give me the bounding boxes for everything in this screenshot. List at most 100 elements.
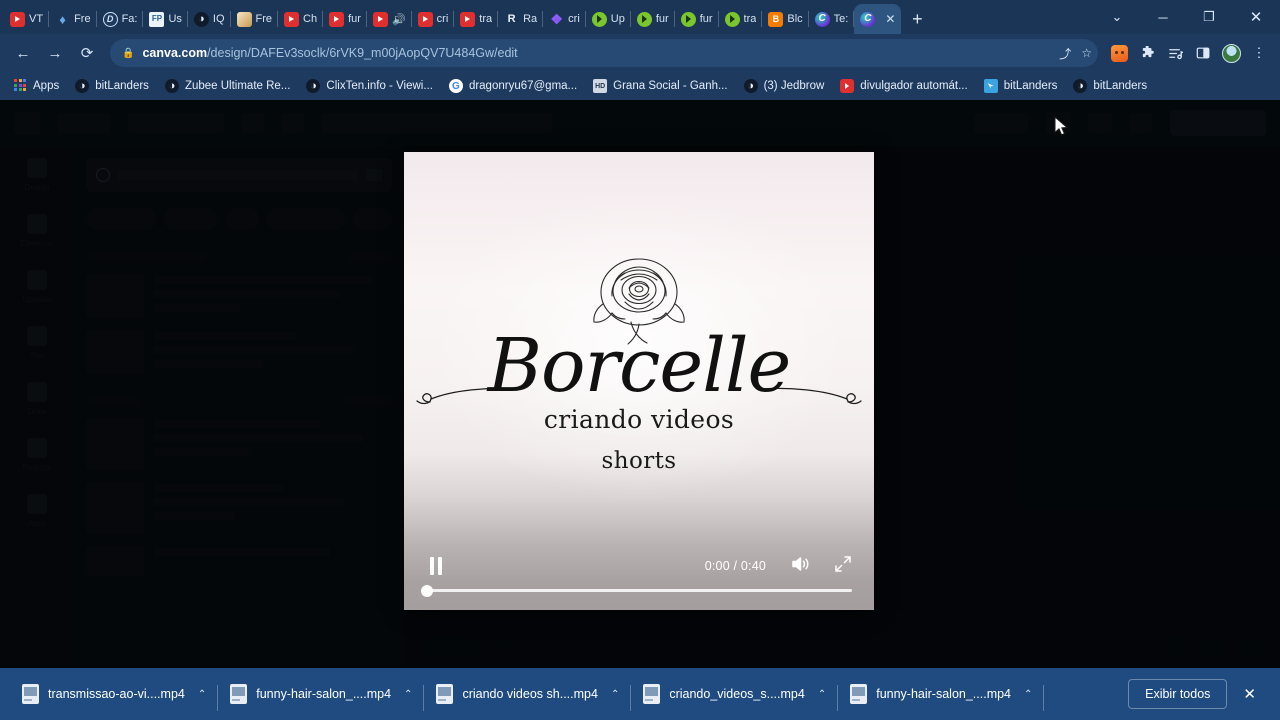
browser-tab-18[interactable]: C Te:	[809, 4, 855, 34]
tab-label: tra	[479, 13, 493, 25]
browser-tab-16[interactable]: tra	[719, 4, 763, 34]
chrome-menu-icon[interactable]: ⋮	[1246, 40, 1272, 66]
browser-tab-6[interactable]: Ch	[278, 4, 324, 34]
download-filename: criando videos sh....mp4	[462, 687, 598, 701]
bookmarks-bar: Apps ◑ bitLanders ◑ Zubee Ultimate Re...…	[0, 72, 1280, 100]
bookmark-divulgador[interactable]: divulgador automát...	[833, 76, 974, 96]
video-preview-player[interactable]: Borcelle criando videos shorts 0:00 / 0:…	[404, 152, 874, 610]
side-panel-icon[interactable]	[1190, 40, 1216, 66]
bookmark-star-icon[interactable]: ☆	[1081, 46, 1092, 60]
browser-tab-15[interactable]: fur	[675, 4, 719, 34]
browser-tab-4[interactable]: ◑ IQ	[188, 4, 231, 34]
youtube-icon	[460, 11, 476, 27]
close-download-bar-icon[interactable]: ✕	[1227, 685, 1270, 703]
bookmark-bitlanders-3[interactable]: ◑ bitLanders	[1066, 76, 1154, 96]
browser-tab-3[interactable]: FP Us	[143, 4, 189, 34]
browser-tab-8[interactable]: 🔊	[367, 4, 412, 34]
google-icon: G	[448, 79, 463, 93]
brand-artwork: Borcelle criando videos shorts	[404, 244, 874, 474]
bookmark-grana-social[interactable]: HD Grana Social - Ganh...	[586, 76, 734, 96]
tab-label: fur	[348, 13, 361, 25]
chevron-up-icon[interactable]: ⌃	[818, 689, 826, 700]
video-progress-bar[interactable]	[421, 584, 852, 597]
globe-icon: ◑	[1073, 79, 1088, 93]
tab-label: Blc	[787, 13, 803, 25]
browser-tab-11[interactable]: R Ra	[498, 4, 544, 34]
tab-label: Up	[610, 13, 625, 25]
browser-tab-13[interactable]: Up	[586, 4, 631, 34]
book-icon	[236, 11, 252, 27]
bookmark-bitlanders-1[interactable]: ◑ bitLanders	[68, 76, 156, 96]
browser-tab-7[interactable]: fur	[323, 4, 367, 34]
browser-tab-12[interactable]: ❖ cri	[543, 4, 586, 34]
url-text: canva.com/design/DAFEv3soclk/6rVK9_m00jA…	[142, 46, 517, 60]
close-window-button[interactable]: ✕	[1232, 0, 1280, 34]
pause-button[interactable]	[426, 556, 446, 576]
bookmark-label: Apps	[33, 80, 60, 92]
browser-tab-17[interactable]: B Blc	[762, 4, 809, 34]
browser-tab-5[interactable]: Fre	[231, 4, 279, 34]
bookmark-label: Zubee Ultimate Re...	[184, 80, 291, 92]
bookmark-zubee[interactable]: ◑ Zubee Ultimate Re...	[158, 76, 297, 96]
youtube-icon	[10, 11, 25, 27]
extension-fox-icon[interactable]	[1106, 40, 1132, 66]
r-letter-icon: R	[507, 12, 516, 25]
browser-tab-2[interactable]: D Fa:	[97, 4, 144, 34]
download-item-2[interactable]: criando videos sh....mp4 ⌃	[424, 677, 632, 711]
tab-label: Fre	[255, 13, 273, 25]
tab-label: cri	[436, 13, 449, 25]
bookmark-jedbrow[interactable]: ◑ (3) Jedbrow	[737, 76, 832, 96]
share-icon[interactable]: ⤴	[1059, 45, 1071, 62]
chevron-up-icon[interactable]: ⌃	[611, 689, 619, 700]
chevron-up-icon[interactable]: ⌃	[198, 689, 206, 700]
new-tab-button[interactable]: +	[903, 5, 931, 33]
bookmark-apps[interactable]: Apps	[6, 76, 66, 96]
bookmark-gmail[interactable]: G dragonryu67@gma...	[442, 76, 584, 96]
file-icon	[643, 684, 661, 704]
tab-label: Ra	[523, 13, 538, 25]
download-item-4[interactable]: funny-hair-salon_....mp4 ⌃	[838, 677, 1045, 711]
minimize-button[interactable]: ─	[1140, 0, 1186, 34]
back-icon[interactable]: ←	[8, 38, 38, 68]
fp-icon: FP	[149, 11, 165, 27]
address-bar[interactable]: 🔒 canva.com/design/DAFEv3soclk/6rVK9_m00…	[110, 39, 1098, 67]
profile-avatar[interactable]	[1218, 40, 1244, 66]
bookmark-clixten[interactable]: ◑ ClixTen.info - Viewi...	[299, 76, 440, 96]
download-item-1[interactable]: funny-hair-salon_....mp4 ⌃	[218, 677, 425, 711]
volume-icon[interactable]	[790, 555, 810, 578]
browser-tab-active-canva[interactable]: C ✕	[854, 4, 902, 34]
download-filename: transmissao-ao-vi....mp4	[48, 687, 185, 701]
reload-icon[interactable]: ⟳	[72, 38, 102, 68]
browser-tab-9[interactable]: cri	[412, 4, 455, 34]
youtube-icon	[840, 79, 855, 93]
maximize-button[interactable]: ❐	[1186, 0, 1232, 34]
tab-label: Ch	[303, 13, 318, 25]
tab-label: Te:	[833, 13, 849, 25]
reading-list-icon[interactable]	[1162, 40, 1188, 66]
show-all-downloads-button[interactable]: Exibir todos	[1128, 679, 1228, 709]
bookmark-label: ClixTen.info - Viewi...	[326, 80, 433, 92]
browser-tab-1[interactable]: ♦ Fre	[49, 4, 97, 34]
close-icon[interactable]: ✕	[885, 12, 895, 26]
progress-thumb[interactable]	[421, 584, 433, 597]
fullscreen-icon[interactable]	[834, 555, 852, 578]
browser-tab-14[interactable]: fur	[631, 4, 675, 34]
tab-search-icon[interactable]: ⌄	[1094, 0, 1140, 34]
forward-icon[interactable]: →	[40, 38, 70, 68]
globe-icon: ◑	[164, 79, 179, 93]
browser-tab-10[interactable]: tra	[454, 4, 498, 34]
play-green-icon	[636, 11, 652, 27]
tab-label: tra	[743, 13, 757, 25]
download-item-3[interactable]: criando_videos_s....mp4 ⌃	[631, 677, 839, 711]
bookmark-bitlanders-2[interactable]: bitLanders	[977, 76, 1065, 96]
tab-label: fur	[655, 13, 669, 25]
extensions-puzzle-icon[interactable]	[1134, 40, 1160, 66]
chevron-up-icon[interactable]: ⌃	[404, 689, 412, 700]
download-item-0[interactable]: transmissao-ao-vi....mp4 ⌃	[10, 677, 219, 711]
tab-label: cri	[568, 13, 580, 25]
url-domain: canva.com	[142, 46, 208, 60]
canva-icon: C	[860, 11, 876, 27]
play-green-icon	[724, 11, 740, 27]
browser-tab-0[interactable]: VT	[4, 4, 50, 34]
chevron-up-icon[interactable]: ⌃	[1024, 689, 1032, 700]
